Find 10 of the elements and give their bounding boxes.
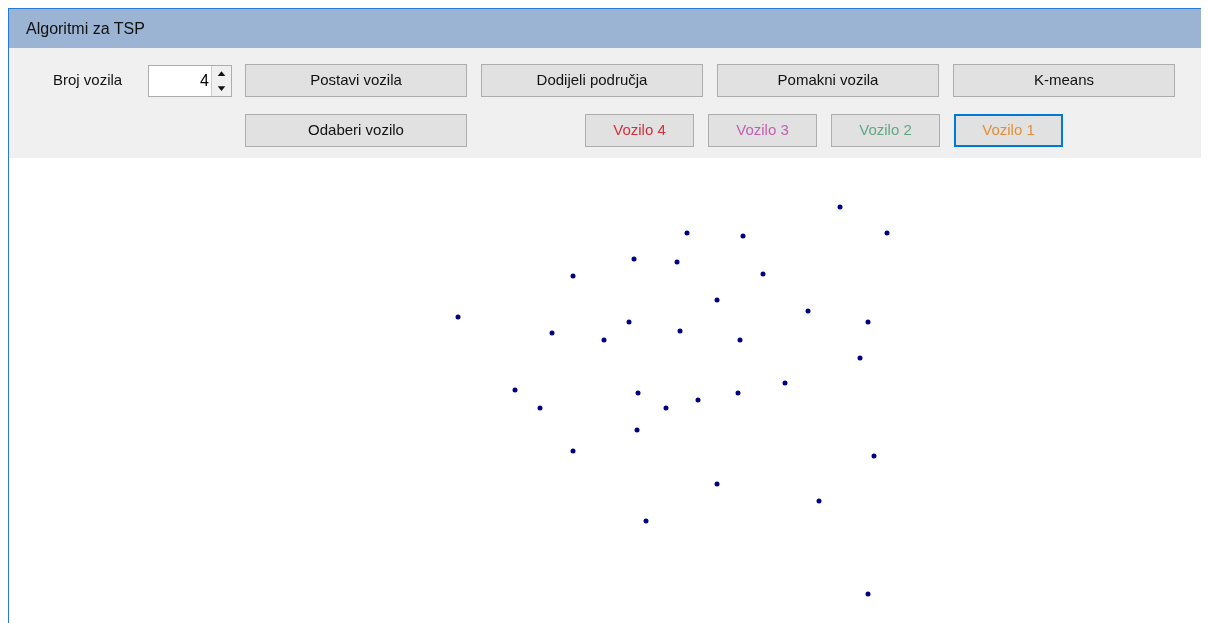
action-button[interactable]: Dodijeli područja [481,64,703,97]
action-button[interactable]: Postavi vozila [245,64,467,97]
action-button[interactable]: Pomakni vozila [717,64,939,97]
vehicle-button[interactable]: Vozilo 4 [585,114,694,147]
action-button[interactable]: K-means [953,64,1175,97]
select-vehicle-button[interactable]: Odaberi vozilo [245,114,467,147]
spin-up-icon[interactable] [212,65,231,81]
vehicle-count-label: Broj vozila [53,70,124,91]
vehicle-count-spinner[interactable]: 4 [148,64,232,97]
window-title: Algoritmi za TSP [26,18,145,39]
